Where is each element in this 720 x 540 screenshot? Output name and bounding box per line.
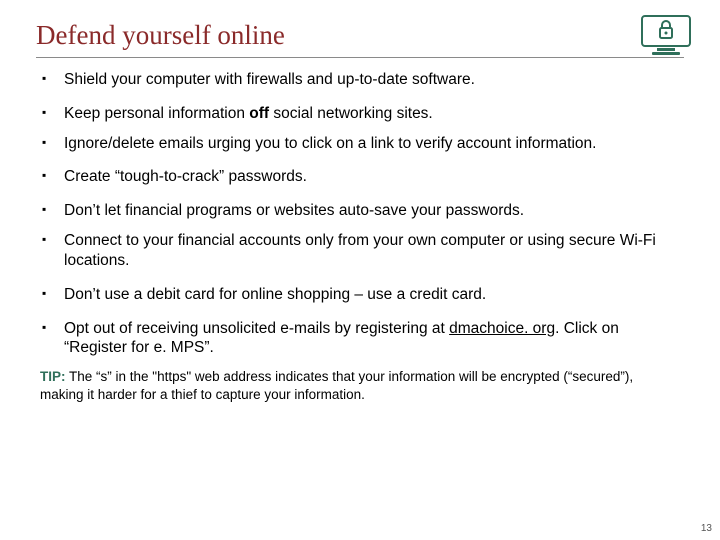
tip-label: TIP: xyxy=(40,369,66,384)
list-item: Don’t use a debit card for online shoppi… xyxy=(36,285,684,305)
lock-monitor-icon xyxy=(640,14,692,58)
page-number: 13 xyxy=(701,523,712,534)
bullet-list: Shield your computer with firewalls and … xyxy=(36,70,684,358)
list-item: Create “tough-to-crack” passwords. xyxy=(36,167,684,187)
list-item: Opt out of receiving unsolicited e-mails… xyxy=(36,319,684,359)
bullet-text: Keep personal information xyxy=(64,105,249,122)
list-item: Shield your computer with firewalls and … xyxy=(36,70,684,90)
list-item: Don’t let financial programs or websites… xyxy=(36,201,684,221)
bullet-text-bold: off xyxy=(249,105,269,122)
bullet-text: social networking sites. xyxy=(269,105,433,122)
list-item: Connect to your financial accounts only … xyxy=(36,231,684,271)
bullet-text: Opt out of receiving unsolicited e-mails… xyxy=(64,320,449,337)
slide-title: Defend yourself online xyxy=(36,20,684,58)
tip-block: TIP: The “s” in the "https" web address … xyxy=(40,368,684,403)
link-text: dmachoice. org xyxy=(449,320,555,337)
tip-text: The “s” in the "https" web address indic… xyxy=(40,369,633,401)
list-item: Keep personal information off social net… xyxy=(36,104,684,124)
list-item: Ignore/delete emails urging you to click… xyxy=(36,134,684,154)
